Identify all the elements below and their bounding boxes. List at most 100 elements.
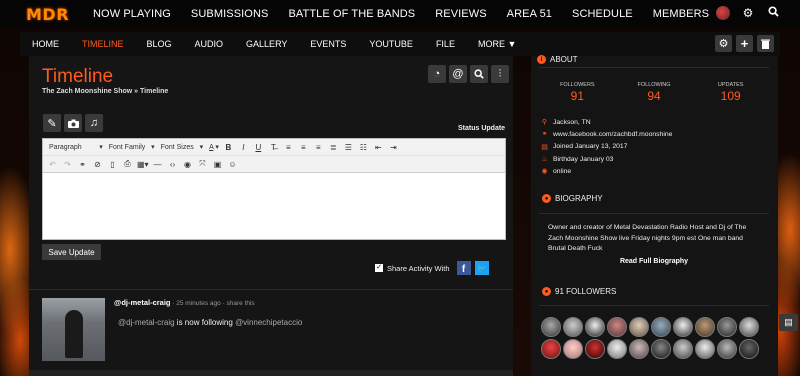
website-link[interactable]: www.facebook.com/zachbdf.moonshine	[553, 131, 672, 138]
follower-avatar[interactable]	[695, 339, 715, 359]
horizontal-rule-icon[interactable]: —	[152, 160, 163, 169]
breadcrumb[interactable]: The Zach Moonshine Show » Timeline	[42, 88, 168, 95]
emoticon-icon[interactable]: ☺	[227, 160, 238, 169]
filter-button[interactable]: ⫶	[491, 65, 509, 83]
image-icon[interactable]: ▣	[212, 160, 223, 169]
stat-following[interactable]: FOLLOWING 94	[616, 82, 693, 103]
follower-avatar[interactable]	[629, 317, 649, 337]
tab-events[interactable]: EVENTS	[310, 39, 346, 49]
mention-button[interactable]: @	[449, 65, 467, 83]
nav-area-51[interactable]: AREA 51	[507, 8, 552, 20]
tab-gallery[interactable]: GALLERY	[246, 39, 287, 49]
italic-icon[interactable]: I	[238, 143, 249, 152]
follower-avatar[interactable]	[563, 317, 583, 337]
tab-file[interactable]: FILE	[436, 39, 455, 49]
music-post-button[interactable]: ♫	[85, 114, 103, 132]
settings-button[interactable]: ⚙	[715, 35, 732, 52]
gear-icon[interactable]: ⚙	[741, 6, 755, 20]
feed-username[interactable]: @dj-metal-craig	[114, 298, 171, 307]
search-icon	[474, 69, 484, 79]
delete-button[interactable]	[757, 35, 774, 52]
feed-target-link[interactable]: @vinnechipetaccio	[235, 318, 302, 327]
search-timeline-button[interactable]	[470, 65, 488, 83]
nav-reviews[interactable]: REVIEWS	[435, 8, 486, 20]
align-right-icon[interactable]: ≡	[313, 143, 324, 152]
preview-icon[interactable]: ◉	[182, 160, 193, 169]
feed-text: @dj-metal-craig is now following @vinnec…	[118, 318, 302, 327]
follower-avatar[interactable]	[651, 339, 671, 359]
outdent-icon[interactable]: ⇤	[373, 143, 384, 152]
follower-avatar[interactable]	[695, 317, 715, 337]
nav-now-playing[interactable]: NOW PLAYING	[93, 8, 171, 20]
tab-youtube[interactable]: YOUTUBE	[369, 39, 413, 49]
nav-battle-of-the-bands[interactable]: BATTLE OF THE BANDS	[288, 8, 415, 20]
follower-avatar[interactable]	[739, 317, 759, 337]
align-left-icon[interactable]: ≡	[283, 143, 294, 152]
indent-icon[interactable]: ⇥	[388, 143, 399, 152]
share-activity-checkbox[interactable]: ✓	[375, 264, 383, 272]
font-size-select[interactable]: Font Sizes ▾	[161, 143, 203, 151]
follower-avatar[interactable]	[673, 317, 693, 337]
follower-avatar[interactable]	[607, 317, 627, 337]
follower-avatar[interactable]	[739, 339, 759, 359]
font-color-select[interactable]: A ▾	[209, 143, 219, 151]
tab-audio[interactable]: AUDIO	[195, 39, 224, 49]
tab-timeline[interactable]: TIMELINE	[82, 39, 124, 49]
nav-submissions[interactable]: SUBMISSIONS	[191, 8, 269, 20]
chat-button[interactable]: ▤	[779, 314, 798, 331]
align-justify-icon[interactable]: ≣	[328, 143, 339, 152]
user-avatar[interactable]	[716, 6, 730, 20]
follower-avatar[interactable]	[717, 339, 737, 359]
rss-button[interactable]: ◔	[428, 65, 446, 83]
follower-avatar[interactable]	[629, 339, 649, 359]
info-website[interactable]: ⚭ www.facebook.com/zachbdf.moonshine	[541, 128, 673, 140]
rich-text-editor[interactable]: Paragraph ▾ Font Family ▾ Font Sizes ▾ A…	[42, 138, 506, 240]
bold-icon[interactable]: B	[223, 143, 234, 152]
stat-updates[interactable]: UPDATES 109	[692, 82, 769, 103]
table-icon[interactable]: ▦▾	[137, 160, 149, 169]
write-post-button[interactable]: ✎	[43, 114, 61, 132]
follower-avatar[interactable]	[717, 317, 737, 337]
follower-avatar[interactable]	[585, 339, 605, 359]
undo-icon[interactable]: ↶	[47, 160, 58, 169]
follower-avatar[interactable]	[541, 339, 561, 359]
underline-icon[interactable]: U	[253, 143, 264, 152]
align-center-icon[interactable]: ≡	[298, 143, 309, 152]
photo-post-button[interactable]	[64, 114, 82, 132]
read-full-biography-link[interactable]: Read Full Biography	[539, 258, 769, 265]
add-button[interactable]: +	[736, 35, 753, 52]
follower-avatar[interactable]	[541, 317, 561, 337]
tab-more[interactable]: MORE ▼	[478, 39, 516, 49]
nav-members[interactable]: MEMBERS	[653, 8, 709, 20]
tab-blog[interactable]: BLOG	[147, 39, 172, 49]
bookmark-icon[interactable]: ▯	[107, 160, 118, 169]
feed-actor-link[interactable]: @dj-metal-craig	[118, 318, 175, 327]
follower-avatar[interactable]	[651, 317, 671, 337]
numbered-list-icon[interactable]: ☷	[358, 143, 369, 152]
bullet-list-icon[interactable]: ☰	[343, 143, 354, 152]
fullscreen-icon[interactable]: ⤧	[197, 159, 208, 169]
followers-icon: ●	[542, 287, 551, 296]
site-logo[interactable]: MDR	[26, 5, 90, 24]
nav-schedule[interactable]: SCHEDULE	[572, 8, 633, 20]
unlink-icon[interactable]: ⊘	[92, 160, 103, 169]
link-icon[interactable]: ⚭	[77, 160, 88, 169]
tab-home[interactable]: HOME	[32, 39, 59, 49]
font-family-select[interactable]: Font Family ▾	[109, 143, 155, 151]
follower-avatar[interactable]	[585, 317, 605, 337]
search-icon[interactable]	[766, 6, 780, 20]
follower-avatar[interactable]	[607, 339, 627, 359]
clear-format-icon[interactable]: T̶	[268, 143, 279, 152]
save-update-button[interactable]: Save Update	[42, 244, 101, 260]
stat-followers[interactable]: FOLLOWERS 91	[539, 82, 616, 103]
facebook-share-button[interactable]: f	[456, 261, 471, 275]
follower-avatar[interactable]	[673, 339, 693, 359]
location-icon: ⚲	[541, 119, 548, 127]
redo-icon[interactable]: ↷	[62, 160, 73, 169]
paragraph-select[interactable]: Paragraph ▾	[49, 143, 103, 151]
code-icon[interactable]: ‹›	[167, 160, 178, 169]
print-icon[interactable]: ⎙	[122, 159, 133, 169]
twitter-share-button[interactable]: 🐦	[474, 261, 489, 275]
feed-avatar[interactable]	[42, 298, 105, 361]
follower-avatar[interactable]	[563, 339, 583, 359]
